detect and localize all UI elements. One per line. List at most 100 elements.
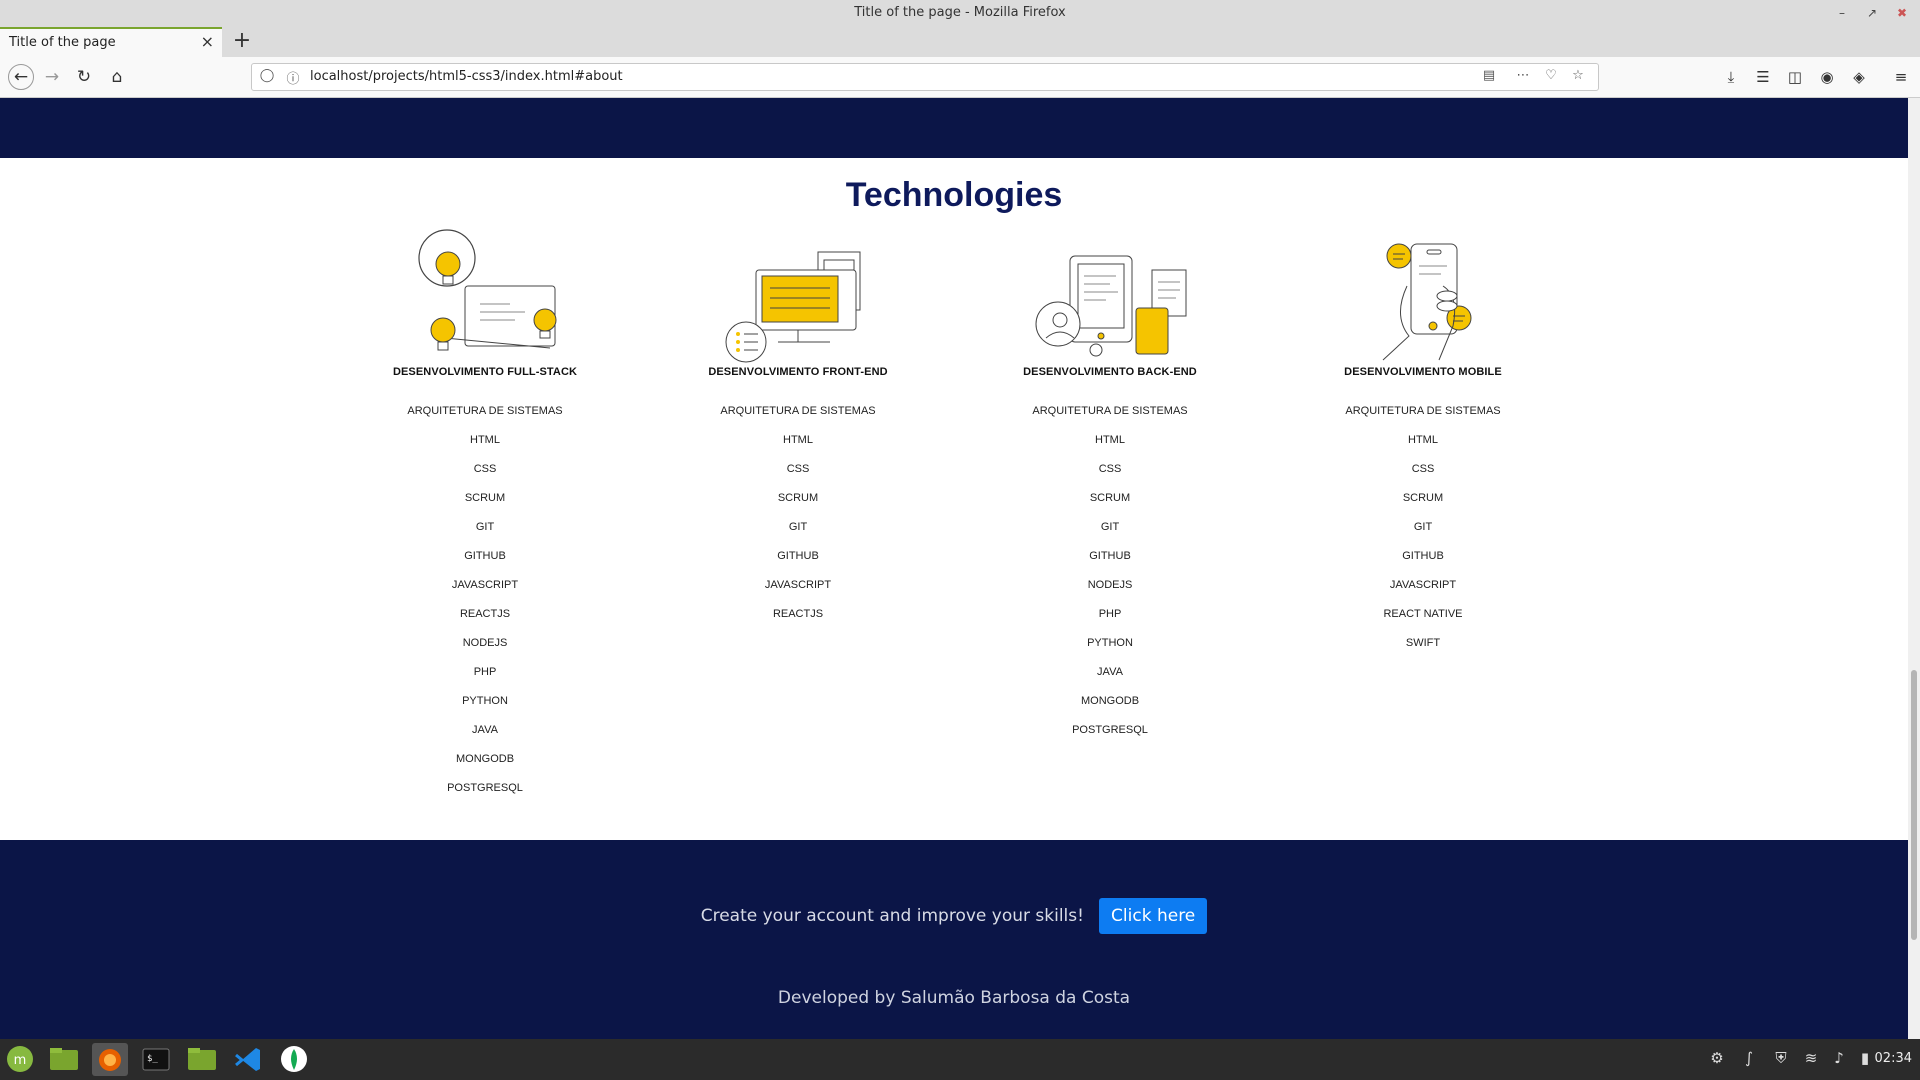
reload-icon[interactable]: ↻ xyxy=(73,66,95,88)
downloads-icon[interactable]: ⤓ xyxy=(1720,66,1742,88)
sidebar-icon[interactable]: ◫ xyxy=(1784,66,1806,88)
list-item: HTML xyxy=(783,434,813,446)
list-item: ARQUITETURA DE SISTEMAS xyxy=(1345,405,1501,417)
scrollbar-thumb[interactable] xyxy=(1911,670,1917,940)
list-item: MONGODB xyxy=(1080,695,1140,707)
tech-list: ARQUITETURA DE SISTEMAS HTML CSS SCRUM G… xyxy=(335,403,635,809)
clock[interactable]: 02:34 xyxy=(1875,1051,1912,1066)
header-band xyxy=(0,98,1908,158)
navigation-bar: ← → ↻ ⌂ ◯ ⓘ localhost/projects/html5-css… xyxy=(0,57,1920,98)
security-shield-icon[interactable]: ⛨ xyxy=(1770,1049,1792,1067)
maximize-icon[interactable]: ↗ xyxy=(1862,3,1882,23)
column-title: DESENVOLVIMENTO MOBILE xyxy=(1344,366,1502,378)
list-item: GIT xyxy=(788,521,808,533)
terminal-icon[interactable]: $_ xyxy=(138,1043,174,1076)
page-content: Technologies DESENVOLVIMENTO FULL-STACK … xyxy=(0,98,1908,1039)
list-item: CSS xyxy=(1411,463,1435,475)
vscode-icon[interactable] xyxy=(230,1043,266,1076)
taskbar: m $_ ⚙ ∫ ⛨ ≋ ♪ ▮ 02:34 xyxy=(0,1039,1920,1080)
reader-view-icon[interactable]: ▤ xyxy=(1480,68,1498,83)
tech-list: ARQUITETURA DE SISTEMAS HTML CSS SCRUM G… xyxy=(960,403,1260,751)
list-item: SCRUM xyxy=(1402,492,1444,504)
list-item: ARQUITETURA DE SISTEMAS xyxy=(407,405,563,417)
battery-icon[interactable]: ▮ xyxy=(1854,1049,1876,1067)
click-here-button[interactable]: Click here xyxy=(1099,898,1208,934)
new-tab-icon[interactable]: + xyxy=(230,28,254,54)
list-item: ARQUITETURA DE SISTEMAS xyxy=(720,405,876,417)
column-title: DESENVOLVIMENTO BACK-END xyxy=(1023,366,1197,378)
list-item: SCRUM xyxy=(464,492,506,504)
section-title: Technologies xyxy=(845,176,1063,214)
list-item: GITHUB xyxy=(464,550,506,562)
back-icon[interactable]: ← xyxy=(8,64,34,90)
library-icon[interactable]: ☰ xyxy=(1752,66,1774,88)
column-title: DESENVOLVIMENTO FULL-STACK xyxy=(392,366,578,378)
list-item: MONGODB xyxy=(455,753,515,765)
frontend-illustration xyxy=(725,251,861,363)
list-item: SCRUM xyxy=(1089,492,1131,504)
list-item: PHP xyxy=(473,666,497,678)
list-item: SCRUM xyxy=(777,492,819,504)
svg-text:m: m xyxy=(14,1053,27,1068)
tab-active[interactable]: Title of the page × xyxy=(0,27,222,57)
list-item: GITHUB xyxy=(777,550,819,562)
list-item: JAVA xyxy=(1097,666,1123,678)
list-item: REACTJS xyxy=(772,608,824,620)
extensions-icon[interactable]: ◈ xyxy=(1848,66,1870,88)
menu-icon[interactable]: ≡ xyxy=(1890,66,1912,88)
list-item: PYTHON xyxy=(1087,637,1133,649)
list-item: JAVA xyxy=(472,724,498,736)
list-item: REACT NATIVE xyxy=(1383,608,1463,620)
tab-title: Title of the page xyxy=(9,35,116,50)
tech-column-mobile: DESENVOLVIMENTO MOBILE ARQUITETURA DE SI… xyxy=(1273,226,1573,664)
page-actions-icon[interactable]: ⋯ xyxy=(1514,68,1532,83)
volume-icon[interactable]: ♪ xyxy=(1828,1049,1850,1067)
firefox-icon[interactable] xyxy=(92,1043,128,1076)
forward-icon[interactable]: → xyxy=(41,66,63,88)
list-item: GIT xyxy=(475,521,495,533)
list-item: JAVASCRIPT xyxy=(451,579,519,591)
list-item: CSS xyxy=(786,463,810,475)
list-item: HTML xyxy=(470,434,500,446)
shield-icon[interactable]: ◯ xyxy=(258,68,276,83)
list-item: CSS xyxy=(473,463,497,475)
tech-column-frontend: DESENVOLVIMENTO FRONT-END ARQUITETURA DE… xyxy=(648,226,948,635)
mongodb-compass-icon[interactable] xyxy=(276,1043,312,1076)
tab-close-icon[interactable]: × xyxy=(201,32,214,51)
url-bar[interactable]: ◯ ⓘ localhost/projects/html5-css3/index.… xyxy=(251,63,1599,91)
wifi-icon[interactable]: ≋ xyxy=(1800,1049,1822,1067)
backend-illustration xyxy=(1035,255,1187,357)
steam-icon[interactable]: ⚙ xyxy=(1706,1049,1728,1067)
site-info-icon[interactable]: ⓘ xyxy=(284,68,302,87)
url-text[interactable]: localhost/projects/html5-css3/index.html… xyxy=(310,69,623,84)
tech-column-backend: DESENVOLVIMENTO BACK-END ARQUITETURA DE … xyxy=(960,226,1260,751)
list-item: JAVASCRIPT xyxy=(1389,579,1457,591)
list-item: GIT xyxy=(1413,521,1433,533)
window-titlebar: Title of the page - Mozilla Firefox – ↗ … xyxy=(0,0,1920,27)
list-item: GIT xyxy=(1100,521,1120,533)
list-item: REACTJS xyxy=(459,608,511,620)
tech-list: ARQUITETURA DE SISTEMAS HTML CSS SCRUM G… xyxy=(1273,403,1573,664)
folder-icon[interactable] xyxy=(184,1043,220,1076)
list-item: NODEJS xyxy=(1087,579,1133,591)
list-item: HTML xyxy=(1408,434,1438,446)
pocket-icon[interactable]: ♡ xyxy=(1542,68,1560,83)
list-item: JAVASCRIPT xyxy=(764,579,832,591)
list-item: ARQUITETURA DE SISTEMAS xyxy=(1032,405,1188,417)
close-window-icon[interactable]: ✖ xyxy=(1892,3,1912,23)
mint-menu-icon[interactable]: m xyxy=(2,1043,38,1076)
list-item: NODEJS xyxy=(462,637,508,649)
developer-credit: Developed by Salumão Barbosa da Costa xyxy=(777,988,1131,1008)
list-item: POSTGRESQL xyxy=(1072,724,1148,736)
minimize-icon[interactable]: – xyxy=(1832,3,1852,23)
page-scrollbar[interactable] xyxy=(1908,98,1920,1039)
files-folder-icon[interactable] xyxy=(46,1043,82,1076)
list-item: CSS xyxy=(1098,463,1122,475)
list-item: GITHUB xyxy=(1402,550,1444,562)
bookmark-star-icon[interactable]: ☆ xyxy=(1569,68,1587,83)
account-icon[interactable]: ◉ xyxy=(1816,66,1838,88)
bluetooth-icon[interactable]: ∫ xyxy=(1738,1049,1760,1067)
list-item: PHP xyxy=(1098,608,1122,620)
cta-text: Create your account and improve your ski… xyxy=(700,906,1084,926)
home-icon[interactable]: ⌂ xyxy=(106,66,128,88)
